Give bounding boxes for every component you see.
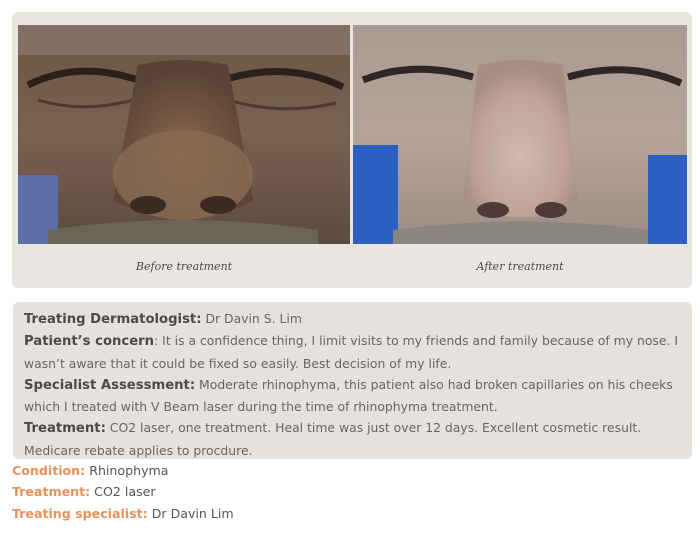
patient-concern-label: Patient’s concern (24, 334, 155, 350)
dermatologist-row: Treating Dermatologist: Dr Davin S. Lim (24, 308, 682, 330)
treatment-summary-value: CO2 laser (90, 484, 156, 500)
dermatologist-value: Dr Davin S. Lim (201, 311, 302, 326)
treatment-detail-label: Treatment: (24, 421, 106, 437)
specialist-assessment-label: Specialist Assessment: (24, 377, 196, 393)
patient-concern-row: Patient’s concern: It is a confidence th… (24, 330, 682, 374)
treating-specialist-label: Treating specialist: (12, 505, 148, 521)
treatment-summary-label: Treatment: (12, 484, 91, 500)
treatment-summary-row: Treatment: CO2 laser (12, 481, 234, 502)
after-treatment-photo (353, 25, 687, 244)
treatment-detail-value: CO2 laser, one treatment. Heal time was … (24, 420, 642, 458)
after-treatment-caption: After treatment (476, 260, 564, 273)
treating-specialist-row: Treating specialist: Dr Davin Lim (12, 503, 234, 524)
before-after-gallery: Before treatment After treatment (12, 12, 692, 288)
specialist-assessment-row: Specialist Assessment: Moderate rhinophy… (24, 374, 682, 418)
treating-specialist-value: Dr Davin Lim (147, 505, 234, 521)
condition-value: Rhinophyma (85, 463, 169, 478)
treatment-detail-row: Treatment: CO2 laser, one treatment. Hea… (24, 417, 682, 461)
condition-label: Condition: (12, 463, 86, 478)
before-treatment-photo (18, 25, 350, 244)
dermatologist-label: Treating Dermatologist: (24, 312, 202, 327)
condition-row: Condition: Rhinophyma (12, 460, 234, 481)
before-treatment-caption: Before treatment (135, 260, 233, 273)
case-summary: Condition: Rhinophyma Treatment: CO2 las… (12, 460, 234, 524)
case-details-panel: Treating Dermatologist: Dr Davin S. Lim … (13, 302, 692, 459)
